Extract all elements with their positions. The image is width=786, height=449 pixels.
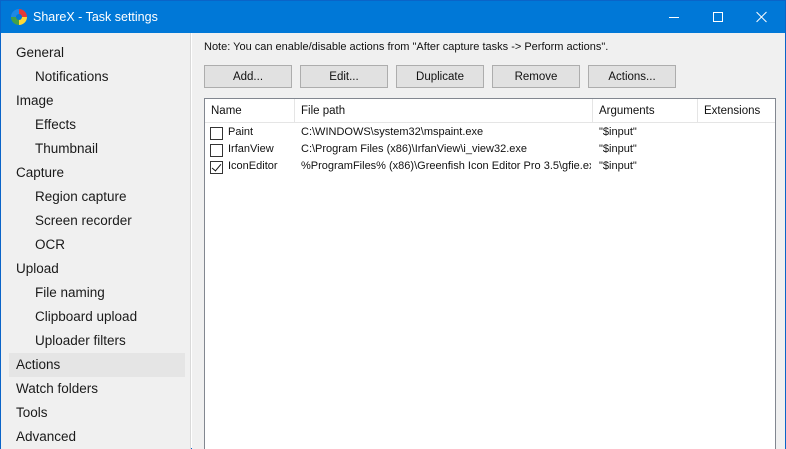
actions-note: Note: You can enable/disable actions fro… <box>204 41 609 53</box>
task-settings-window: ShareX - Task settings General Notificati… <box>0 0 786 449</box>
row-arguments: "$input" <box>599 126 637 138</box>
sidebar-item-actions[interactable]: Actions <box>9 353 185 377</box>
sidebar-item-clipboard-upload[interactable]: Clipboard upload <box>9 305 185 329</box>
row-name: IconEditor <box>228 160 278 172</box>
row-enable-checkbox[interactable] <box>210 144 223 157</box>
actions-list[interactable]: Name File path Arguments Extensions Pain… <box>204 98 776 449</box>
sidebar-item-tools[interactable]: Tools <box>9 401 185 425</box>
sidebar-item-image[interactable]: Image <box>9 89 185 113</box>
minimize-button[interactable] <box>651 1 697 33</box>
row-enable-checkbox[interactable] <box>210 127 223 140</box>
sidebar-item-region-capture[interactable]: Region capture <box>9 185 185 209</box>
row-arguments: "$input" <box>599 160 637 172</box>
sharex-logo-icon <box>11 9 27 25</box>
actions-panel: Note: You can enable/disable actions fro… <box>192 33 785 449</box>
column-header-name[interactable]: Name <box>205 99 295 123</box>
maximize-icon <box>713 12 723 22</box>
sidebar-item-file-naming[interactable]: File naming <box>9 281 185 305</box>
row-name: Paint <box>228 126 254 138</box>
window-title: ShareX - Task settings <box>33 10 158 24</box>
settings-nav-tree: General Notifications Image Effects Thumbnai… <box>1 33 191 449</box>
sidebar-item-upload[interactable]: Upload <box>9 257 185 281</box>
table-row[interactable]: Paint C:\WINDOWS\system32\mspaint.exe "$in… <box>205 125 775 142</box>
minimize-icon <box>669 16 679 18</box>
column-header-file-path[interactable]: File path <box>295 99 593 123</box>
close-icon <box>756 11 768 23</box>
row-file-path: C:\WINDOWS\system32\mspaint.exe <box>301 126 484 138</box>
sidebar-item-screen-recorder[interactable]: Screen recorder <box>9 209 185 233</box>
sidebar-item-effects[interactable]: Effects <box>9 113 185 137</box>
add-button[interactable]: Add... <box>204 65 292 88</box>
maximize-button[interactable] <box>695 1 741 33</box>
sidebar-item-capture[interactable]: Capture <box>9 161 185 185</box>
row-name: IrfanView <box>228 143 274 155</box>
sidebar-item-notifications[interactable]: Notifications <box>9 65 185 89</box>
table-row[interactable]: IconEditor %ProgramFiles% (x86)\Greenfish… <box>205 159 775 176</box>
close-button[interactable] <box>739 1 785 33</box>
row-file-path: C:\Program Files (x86)\IrfanView\i_view3… <box>301 143 527 155</box>
column-header-extensions[interactable]: Extensions <box>698 99 775 123</box>
column-header-arguments[interactable]: Arguments <box>593 99 698 123</box>
row-arguments: "$input" <box>599 143 637 155</box>
row-file-path: %ProgramFiles% (x86)\Greenfish Icon Edit… <box>301 160 591 172</box>
sidebar-item-thumbnail[interactable]: Thumbnail <box>9 137 185 161</box>
sidebar-item-watch-folders[interactable]: Watch folders <box>9 377 185 401</box>
actions-menu-button[interactable]: Actions... <box>588 65 676 88</box>
edit-button[interactable]: Edit... <box>300 65 388 88</box>
remove-button[interactable]: Remove <box>492 65 580 88</box>
table-row[interactable]: IrfanView C:\Program Files (x86)\IrfanVie… <box>205 142 775 159</box>
duplicate-button[interactable]: Duplicate <box>396 65 484 88</box>
sidebar-item-general[interactable]: General <box>9 41 185 65</box>
list-header: Name File path Arguments Extensions <box>205 99 775 123</box>
sidebar-item-uploader-filters[interactable]: Uploader filters <box>9 329 185 353</box>
title-bar[interactable]: ShareX - Task settings <box>1 1 785 33</box>
sidebar-item-advanced[interactable]: Advanced <box>9 425 185 449</box>
row-enable-checkbox[interactable] <box>210 161 223 174</box>
sidebar-item-ocr[interactable]: OCR <box>9 233 185 257</box>
